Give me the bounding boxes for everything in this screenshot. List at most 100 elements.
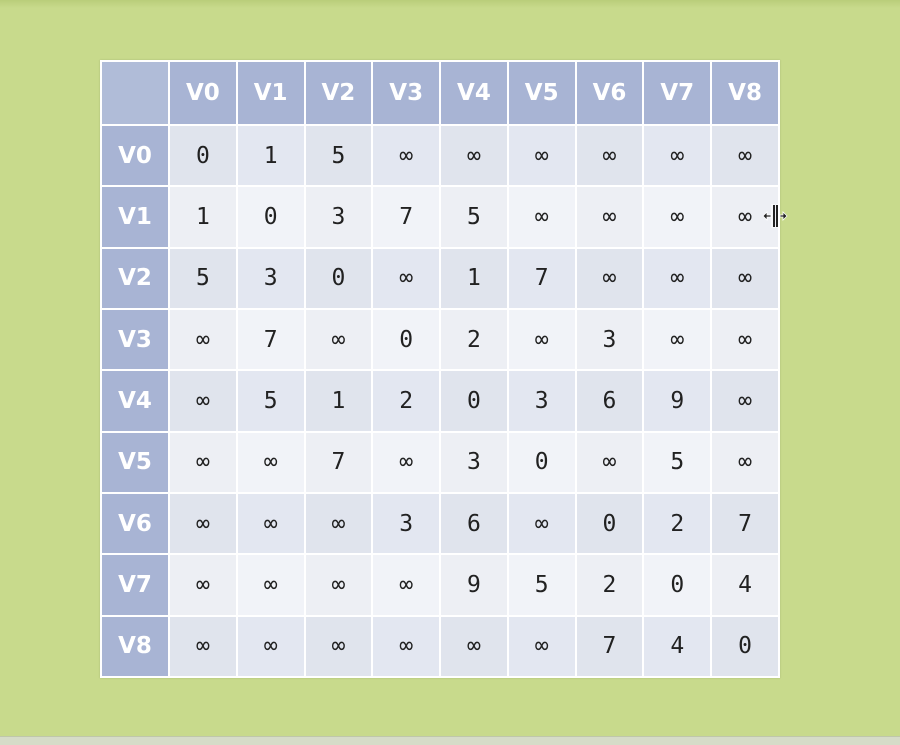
matrix-cell[interactable]: ∞ xyxy=(506,123,577,188)
matrix-cell[interactable]: ∞ xyxy=(235,491,306,556)
matrix-cell[interactable]: ∞ xyxy=(371,614,442,679)
matrix-cell[interactable]: 6 xyxy=(439,491,509,556)
matrix-cell[interactable]: ∞ xyxy=(506,614,577,679)
matrix-cell[interactable]: ∞ xyxy=(506,185,577,249)
matrix-cell[interactable]: 0 xyxy=(642,553,713,617)
table-row: V6 ∞ ∞ ∞ 3 6 ∞ 0 2 7 xyxy=(100,491,780,556)
table-row: V0 0 1 5 ∞ ∞ ∞ ∞ ∞ ∞ xyxy=(100,123,780,188)
matrix-cell[interactable]: ∞ xyxy=(168,491,238,556)
column-header-v1[interactable]: V1 xyxy=(235,60,306,126)
matrix-cell[interactable]: 9 xyxy=(642,369,713,433)
matrix-cell[interactable]: ∞ xyxy=(710,430,780,494)
matrix-cell[interactable]: 7 xyxy=(506,246,577,310)
matrix-cell[interactable]: ∞ xyxy=(642,185,713,249)
matrix-cell[interactable]: 0 xyxy=(506,430,577,494)
matrix-cell[interactable]: 7 xyxy=(371,185,442,249)
matrix-cell[interactable]: 3 xyxy=(371,491,442,556)
column-header-v3[interactable]: V3 xyxy=(371,60,442,126)
matrix-cell[interactable]: ∞ xyxy=(710,307,780,372)
matrix-cell[interactable]: 4 xyxy=(710,553,780,617)
matrix-cell[interactable]: ∞ xyxy=(168,307,238,372)
matrix-cell[interactable]: ∞ xyxy=(710,246,780,310)
matrix-cell[interactable]: 7 xyxy=(303,430,374,494)
matrix-cell[interactable]: 0 xyxy=(303,246,374,310)
matrix-cell[interactable]: ∞ xyxy=(168,369,238,433)
matrix-cell[interactable]: 1 xyxy=(303,369,374,433)
matrix-cell[interactable]: ∞ xyxy=(168,614,238,679)
matrix-cell[interactable]: ∞ xyxy=(574,185,645,249)
matrix-cell[interactable]: 3 xyxy=(235,246,306,310)
matrix-cell[interactable]: 5 xyxy=(235,369,306,433)
matrix-cell[interactable]: ∞ xyxy=(371,430,442,494)
matrix-cell[interactable]: ∞ xyxy=(235,553,306,617)
column-header-v6[interactable]: V6 xyxy=(574,60,645,126)
matrix-cell[interactable]: 2 xyxy=(642,491,713,556)
matrix-cell[interactable]: 3 xyxy=(439,430,509,494)
matrix-cell[interactable]: 5 xyxy=(168,246,238,310)
matrix-cell[interactable]: ∞ xyxy=(303,491,374,556)
matrix-cell[interactable]: 1 xyxy=(168,185,238,249)
matrix-cell[interactable]: ∞ xyxy=(371,553,442,617)
matrix-cell[interactable]: 7 xyxy=(235,307,306,372)
row-header-v5[interactable]: V5 xyxy=(100,430,170,494)
matrix-cell[interactable]: ∞ xyxy=(506,307,577,372)
matrix-cell[interactable]: ∞ xyxy=(574,123,645,188)
column-header-v4[interactable]: V4 xyxy=(439,60,509,126)
row-header-v4[interactable]: V4 xyxy=(100,369,170,433)
column-header-v5[interactable]: V5 xyxy=(506,60,577,126)
matrix-cell[interactable]: 3 xyxy=(574,307,645,372)
row-header-v3[interactable]: V3 xyxy=(100,307,170,372)
matrix-cell[interactable]: 7 xyxy=(710,491,780,556)
row-header-v2[interactable]: V2 xyxy=(100,246,170,310)
row-header-v0[interactable]: V0 xyxy=(100,123,170,188)
matrix-cell[interactable]: 5 xyxy=(303,123,374,188)
matrix-cell[interactable]: 1 xyxy=(235,123,306,188)
matrix-cell[interactable]: 0 xyxy=(439,369,509,433)
matrix-cell[interactable]: ∞ xyxy=(303,614,374,679)
matrix-cell[interactable]: ∞ xyxy=(235,614,306,679)
matrix-cell[interactable]: 2 xyxy=(439,307,509,372)
row-header-v1[interactable]: V1 xyxy=(100,185,170,249)
matrix-cell[interactable]: 9 xyxy=(439,553,509,617)
column-header-v7[interactable]: V7 xyxy=(642,60,713,126)
row-header-v7[interactable]: V7 xyxy=(100,553,170,617)
matrix-cell[interactable]: ∞ xyxy=(642,307,713,372)
matrix-cell[interactable]: ∞ xyxy=(574,246,645,310)
matrix-cell[interactable]: ∞ xyxy=(303,307,374,372)
matrix-cell[interactable]: 5 xyxy=(439,185,509,249)
row-header-v6[interactable]: V6 xyxy=(100,491,170,556)
matrix-cell[interactable]: 0 xyxy=(710,614,780,679)
matrix-cell[interactable]: ∞ xyxy=(303,553,374,617)
matrix-cell[interactable]: ∞ xyxy=(506,491,577,556)
matrix-cell[interactable]: ∞ xyxy=(371,123,442,188)
row-header-v8[interactable]: V8 xyxy=(100,614,170,679)
matrix-cell[interactable]: ∞ xyxy=(168,553,238,617)
column-header-v0[interactable]: V0 xyxy=(168,60,238,126)
matrix-cell[interactable]: ∞ xyxy=(642,246,713,310)
matrix-cell[interactable]: 5 xyxy=(506,553,577,617)
matrix-cell[interactable]: ∞ xyxy=(235,430,306,494)
matrix-cell[interactable]: ∞ xyxy=(439,123,509,188)
matrix-cell[interactable]: ∞ xyxy=(710,369,780,433)
matrix-cell[interactable]: ∞ xyxy=(574,430,645,494)
matrix-cell[interactable]: 1 xyxy=(439,246,509,310)
matrix-cell[interactable]: 5 xyxy=(642,430,713,494)
matrix-cell[interactable]: 4 xyxy=(642,614,713,679)
matrix-cell[interactable]: ∞ xyxy=(710,123,780,188)
matrix-cell[interactable]: ∞ xyxy=(371,246,442,310)
matrix-cell[interactable]: 7 xyxy=(574,614,645,679)
matrix-cell[interactable]: 3 xyxy=(303,185,374,249)
matrix-cell[interactable]: ∞ xyxy=(168,430,238,494)
column-header-v8[interactable]: V8 xyxy=(710,60,780,126)
matrix-cell[interactable]: 2 xyxy=(574,553,645,617)
matrix-cell[interactable]: 3 xyxy=(506,369,577,433)
matrix-cell[interactable]: 0 xyxy=(168,123,238,188)
matrix-cell[interactable]: 6 xyxy=(574,369,645,433)
column-header-v2[interactable]: V2 xyxy=(303,60,374,126)
matrix-cell[interactable]: 0 xyxy=(574,491,645,556)
matrix-cell[interactable]: ∞ xyxy=(439,614,509,679)
matrix-cell[interactable]: 0 xyxy=(235,185,306,249)
matrix-cell[interactable]: 2 xyxy=(371,369,442,433)
matrix-cell[interactable]: 0 xyxy=(371,307,442,372)
matrix-cell[interactable]: ∞ xyxy=(642,123,713,188)
